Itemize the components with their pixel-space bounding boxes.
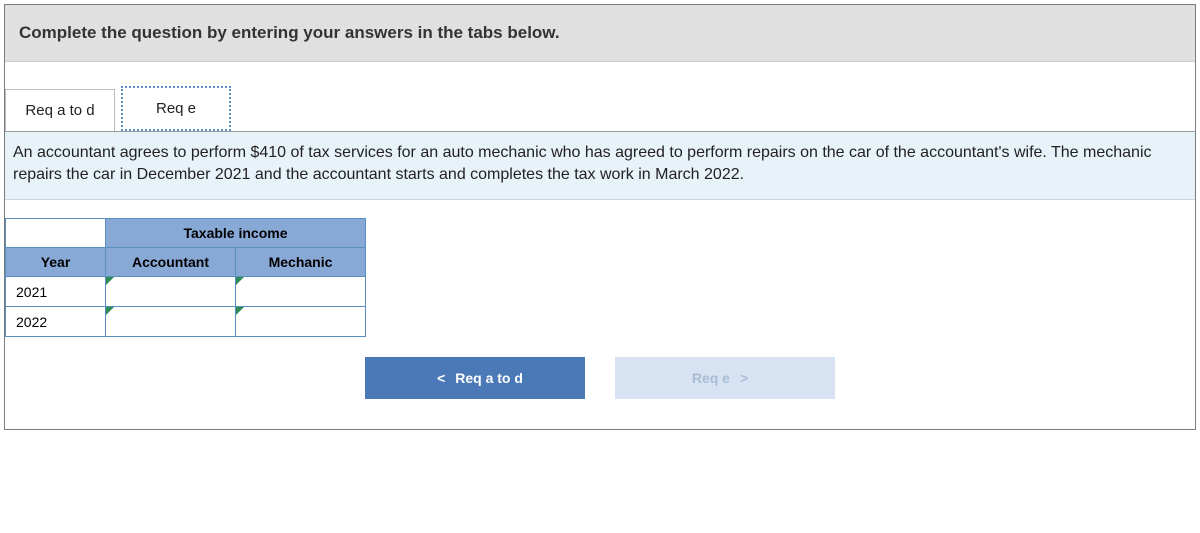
mechanic-2022-input[interactable] — [236, 307, 365, 336]
col-header-accountant: Accountant — [106, 248, 236, 277]
span-header-taxable-income: Taxable income — [106, 219, 366, 248]
next-button[interactable]: Req e > — [615, 357, 835, 399]
answer-table-wrap: Taxable income Year Accountant Mechanic … — [5, 200, 1195, 337]
chevron-left-icon: < — [437, 370, 445, 386]
prev-button[interactable]: < Req a to d — [365, 357, 585, 399]
input-cell-mechanic-2022[interactable] — [236, 307, 366, 337]
blank-header — [6, 219, 106, 248]
input-cell-accountant-2022[interactable] — [106, 307, 236, 337]
instructions-bar: Complete the question by entering your a… — [5, 5, 1195, 62]
prev-button-label: Req a to d — [455, 370, 523, 386]
input-cell-accountant-2021[interactable] — [106, 277, 236, 307]
tabs-row: Req a to d Req e — [5, 62, 1195, 132]
answer-table: Taxable income Year Accountant Mechanic … — [5, 218, 366, 337]
tab-req-a-to-d[interactable]: Req a to d — [5, 89, 115, 131]
year-cell: 2021 — [6, 277, 106, 307]
table-row: 2021 — [6, 277, 366, 307]
accountant-2022-input[interactable] — [106, 307, 235, 336]
nav-buttons: < Req a to d Req e > — [5, 337, 1195, 429]
next-button-label: Req e — [692, 370, 730, 386]
mechanic-2021-input[interactable] — [236, 277, 365, 306]
question-prompt: An accountant agrees to perform $410 of … — [5, 132, 1195, 200]
question-container: Complete the question by entering your a… — [4, 4, 1196, 430]
input-cell-mechanic-2021[interactable] — [236, 277, 366, 307]
year-cell: 2022 — [6, 307, 106, 337]
col-header-mechanic: Mechanic — [236, 248, 366, 277]
col-header-year: Year — [6, 248, 106, 277]
chevron-right-icon: > — [740, 370, 748, 386]
table-row: 2022 — [6, 307, 366, 337]
tab-req-e[interactable]: Req e — [121, 86, 231, 131]
accountant-2021-input[interactable] — [106, 277, 235, 306]
